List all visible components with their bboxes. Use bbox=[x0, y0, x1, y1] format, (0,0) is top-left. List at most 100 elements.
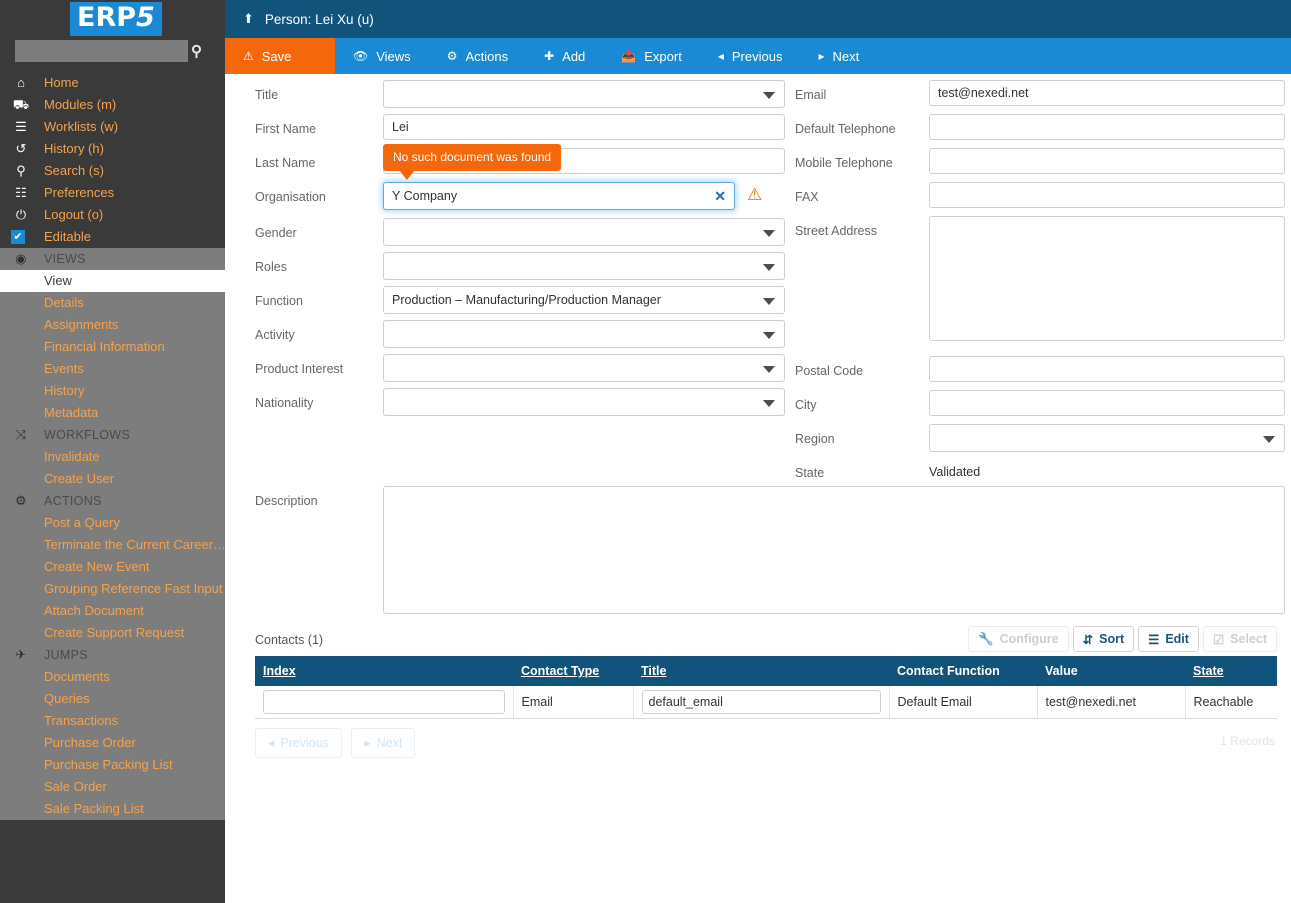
close-icon[interactable]: ✕ bbox=[714, 187, 726, 206]
eye-icon: ◉ bbox=[15, 251, 27, 266]
product-interest-select[interactable] bbox=[383, 354, 785, 382]
add-button-label: Add bbox=[562, 48, 586, 64]
function-select[interactable]: Production – Manufacturing/Production Ma… bbox=[383, 286, 785, 314]
fax-input[interactable] bbox=[929, 182, 1285, 208]
sidebar-item-view[interactable]: View bbox=[0, 270, 225, 292]
search-icon[interactable]: ⚲ bbox=[191, 42, 202, 60]
organisation-relation-field[interactable]: ✕ bbox=[383, 182, 735, 210]
postal-code-input[interactable] bbox=[929, 356, 1285, 382]
sidebar-item-logout-o[interactable]: ⏻ Logout (o) bbox=[0, 204, 225, 226]
sidebar-item-label: Create Support Request bbox=[44, 625, 185, 640]
export-button[interactable]: 📤 Export bbox=[603, 38, 700, 74]
sidebar-item-documents[interactable]: Documents bbox=[0, 666, 225, 688]
sidebar-item-assignments[interactable]: Assignments bbox=[0, 314, 225, 336]
region-select[interactable] bbox=[929, 424, 1285, 452]
sidebar-item-history[interactable]: History bbox=[0, 380, 225, 402]
field-first-name: First Name bbox=[255, 114, 785, 148]
gender-select[interactable] bbox=[383, 218, 785, 246]
roles-select[interactable] bbox=[383, 252, 785, 280]
sidebar-item-create-user[interactable]: Create User bbox=[0, 468, 225, 490]
listbox-footer: ◂ Previous ▸ Next 1 Records bbox=[255, 727, 1277, 768]
sidebar-item-modules-m[interactable]: ⛟ Modules (m) bbox=[0, 94, 225, 116]
organisation-input[interactable] bbox=[384, 183, 734, 209]
field-roles: Roles bbox=[255, 252, 785, 286]
default-telephone-input[interactable] bbox=[929, 114, 1285, 140]
wrench-icon: 🔧 bbox=[978, 631, 994, 646]
sort-button[interactable]: ⇵ Sort bbox=[1072, 626, 1135, 652]
field-organisation-label: Organisation bbox=[255, 190, 326, 204]
sidebar-item-transactions[interactable]: Transactions bbox=[0, 710, 225, 732]
sidebar-item-create-new-event[interactable]: Create New Event bbox=[0, 556, 225, 578]
sidebar-search-row: ⚲ bbox=[0, 40, 225, 66]
row-title-input[interactable] bbox=[641, 689, 881, 714]
views-button[interactable]: 👁 Views bbox=[335, 38, 429, 74]
sidebar-item-post-a-query[interactable]: Post a Query bbox=[0, 512, 225, 534]
sidebar-item-label: Details bbox=[44, 295, 84, 310]
sidebar-item-label: History (h) bbox=[44, 141, 104, 156]
city-input[interactable] bbox=[929, 390, 1285, 416]
street-address-textarea[interactable] bbox=[929, 216, 1285, 341]
sidebar-item-terminate-the-current-career[interactable]: Terminate the Current Career… bbox=[0, 534, 226, 556]
logo-suffix: 5 bbox=[136, 2, 155, 33]
sidebar-item-create-support-request[interactable]: Create Support Request bbox=[0, 622, 225, 644]
sidebar-item-home[interactable]: ⌂ Home bbox=[0, 72, 225, 94]
table-row: Email Default Email test@nexedi.net Reac… bbox=[255, 686, 1277, 719]
listbox-next-button[interactable]: ▸ Next bbox=[351, 727, 416, 758]
sidebar-item-history-h[interactable]: ↺ History (h) bbox=[0, 138, 225, 160]
edit-button-label: Edit bbox=[1165, 632, 1189, 646]
row-index-input[interactable] bbox=[263, 689, 505, 714]
select-button[interactable]: ☑ Select bbox=[1202, 626, 1277, 652]
sidebar-item-metadata[interactable]: Metadata bbox=[0, 402, 225, 424]
activity-select[interactable] bbox=[383, 320, 785, 348]
warning-triangle-icon[interactable]: ⚠ bbox=[747, 185, 762, 205]
add-button[interactable]: ✚ Add bbox=[526, 38, 603, 74]
actions-button[interactable]: ⚙ Actions bbox=[429, 38, 526, 74]
previous-button[interactable]: ◂ Previous bbox=[700, 38, 801, 74]
sidebar-item-editable[interactable]: ✔ Editable bbox=[0, 226, 225, 248]
sidebar-item-invalidate[interactable]: Invalidate bbox=[0, 446, 225, 468]
sidebar-item-financial-information[interactable]: Financial Information bbox=[0, 336, 225, 358]
sidebar-item-search-s[interactable]: ⚲ Search (s) bbox=[0, 160, 225, 182]
column-header-contact-type[interactable]: Contact Type bbox=[513, 656, 633, 686]
sidebar-item-purchase-order[interactable]: Purchase Order bbox=[0, 732, 225, 754]
actions-button-label: Actions bbox=[465, 48, 509, 64]
sidebar-item-purchase-packing-list[interactable]: Purchase Packing List bbox=[0, 754, 225, 776]
brand-logo[interactable]: ERP5 bbox=[0, 0, 225, 38]
sidebar-item-queries[interactable]: Queries bbox=[0, 688, 225, 710]
search-input[interactable] bbox=[15, 40, 188, 62]
sidebar-item-preferences[interactable]: ☷ Preferences bbox=[0, 182, 225, 204]
erp5-logo[interactable]: ERP5 bbox=[70, 2, 162, 36]
next-button[interactable]: ▸ Next bbox=[800, 38, 877, 74]
history-icon: ↺ bbox=[15, 141, 27, 156]
checkbox-checked-icon[interactable]: ✔ bbox=[11, 230, 25, 244]
cell-value: test@nexedi.net bbox=[1037, 686, 1186, 719]
configure-button[interactable]: 🔧 Configure bbox=[968, 626, 1069, 652]
up-arrow-icon[interactable]: ⬆ bbox=[243, 11, 254, 27]
mobile-telephone-input[interactable] bbox=[929, 148, 1285, 174]
sidebar-item-sale-packing-list[interactable]: Sale Packing List bbox=[0, 798, 225, 820]
sidebar-item-sale-order[interactable]: Sale Order bbox=[0, 776, 225, 798]
function-select-value: Production – Manufacturing/Production Ma… bbox=[392, 293, 661, 307]
save-button[interactable]: ⚠ Save bbox=[225, 38, 335, 74]
sidebar-item-label: Create User bbox=[44, 471, 115, 486]
main-area: ⬆ Person: Lei Xu (u) ⚠ Save 👁 Views ⚙ Ac… bbox=[225, 0, 1291, 903]
sidebar-item-attach-document[interactable]: Attach Document bbox=[0, 600, 225, 622]
title-select[interactable] bbox=[383, 80, 785, 108]
edit-button[interactable]: ☰ Edit bbox=[1138, 626, 1199, 652]
sidebar-item-events[interactable]: Events bbox=[0, 358, 225, 380]
listbox-previous-button[interactable]: ◂ Previous bbox=[255, 727, 342, 758]
chevron-down-icon bbox=[763, 366, 775, 373]
sidebar-item-worklists-w[interactable]: ☰ Worklists (w) bbox=[0, 116, 225, 138]
field-region-label: Region bbox=[795, 432, 835, 446]
column-header-index[interactable]: Index bbox=[255, 656, 513, 686]
column-header-state[interactable]: State bbox=[1185, 656, 1277, 686]
column-header-title[interactable]: Title bbox=[633, 656, 889, 686]
sidebar-item-grouping-reference-fast-input[interactable]: Grouping Reference Fast Input bbox=[0, 578, 225, 600]
description-textarea[interactable] bbox=[383, 486, 1285, 614]
field-street-address-label: Street Address bbox=[795, 224, 877, 238]
nationality-select[interactable] bbox=[383, 388, 785, 416]
email-input[interactable] bbox=[929, 80, 1285, 106]
cell-title bbox=[633, 686, 890, 719]
sidebar-item-details[interactable]: Details bbox=[0, 292, 225, 314]
first-name-input[interactable] bbox=[383, 114, 785, 140]
